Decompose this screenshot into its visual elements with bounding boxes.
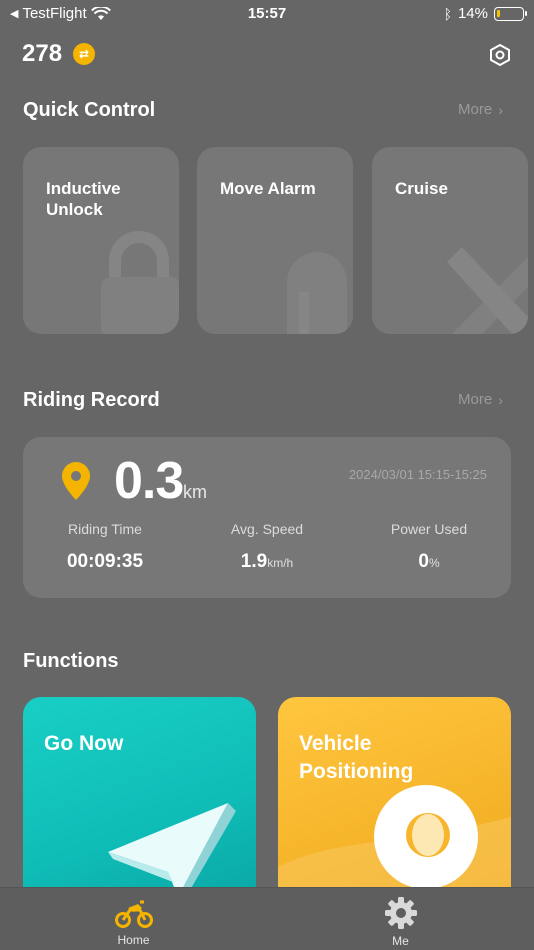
quick-control-inductive-unlock[interactable]: Inductive Unlock <box>23 147 179 334</box>
riding-time-value: 00:09:35 <box>30 551 180 573</box>
more-label: More <box>458 391 493 408</box>
more-label: More <box>458 101 493 118</box>
settings-icon[interactable] <box>488 43 512 67</box>
quick-control-move-alarm[interactable]: Move Alarm <box>197 147 353 334</box>
riding-record-more-link[interactable]: More › <box>458 391 503 408</box>
tab-home[interactable]: Home <box>0 888 267 950</box>
distance-value: 0.3 <box>114 452 184 510</box>
bell-icon <box>287 252 347 334</box>
tab-me[interactable]: Me <box>267 888 534 950</box>
avg-speed-value: 1.9km/h <box>192 551 342 573</box>
battery-level <box>497 9 500 17</box>
avg-speed-unit: km/h <box>267 556 294 570</box>
chevron-right-icon: › <box>498 391 503 408</box>
avg-speed-number: 1.9 <box>240 551 268 572</box>
quick-control-label: Cruise <box>395 179 448 198</box>
cruise-icon <box>447 247 528 334</box>
tab-bar: Home Me <box>0 887 534 950</box>
navigation-arrow-icon <box>108 803 236 897</box>
tab-label: Me <box>392 934 409 948</box>
riding-record-card[interactable]: 0.3 km 2024/03/01 15:15-15:25 Riding Tim… <box>23 437 511 598</box>
motorbike-icon <box>114 900 153 928</box>
vehicle-positioning-card[interactable]: Vehicle Positioning <box>278 697 511 897</box>
lock-icon <box>101 231 179 334</box>
riding-time-label: Riding Time <box>68 521 142 537</box>
power-used-value: 0% <box>354 551 504 573</box>
gear-icon <box>384 897 417 929</box>
quick-control-label: Move Alarm <box>220 179 316 198</box>
go-now-label: Go Now <box>44 732 124 755</box>
location-pin-icon <box>62 462 90 500</box>
bluetooth-icon: ᛒ <box>443 5 452 22</box>
coin-swap-icon[interactable]: ⇄ <box>73 43 95 65</box>
power-used-label: Power Used <box>390 521 468 537</box>
location-pin-icon <box>278 785 511 897</box>
tab-label: Home <box>117 933 150 947</box>
avg-speed-label: Avg. Speed <box>230 521 304 537</box>
battery-percent: 14% <box>457 5 488 22</box>
status-bar: ◀ TestFlight 15:57 ᛒ 14% <box>0 0 534 28</box>
riding-record-title: Riding Record <box>23 389 160 411</box>
quick-control-title: Quick Control <box>23 99 156 121</box>
record-date: 2024/03/01 15:15-15:25 <box>348 467 487 482</box>
quick-control-more-link[interactable]: More › <box>458 101 503 118</box>
quick-control-label: Inductive Unlock <box>46 179 121 219</box>
quick-control-cruise[interactable]: Cruise <box>372 147 528 334</box>
points-count: 278 <box>22 40 63 67</box>
chevron-right-icon: › <box>498 101 503 118</box>
go-now-card[interactable]: Go Now <box>23 697 256 897</box>
functions-title: Functions <box>23 650 119 672</box>
riding-time-number: 00:09:35 <box>66 551 144 572</box>
battery-icon <box>494 6 527 21</box>
distance-unit: km <box>183 482 207 502</box>
power-used-number: 0 <box>418 551 429 572</box>
power-used-unit: % <box>428 556 440 570</box>
